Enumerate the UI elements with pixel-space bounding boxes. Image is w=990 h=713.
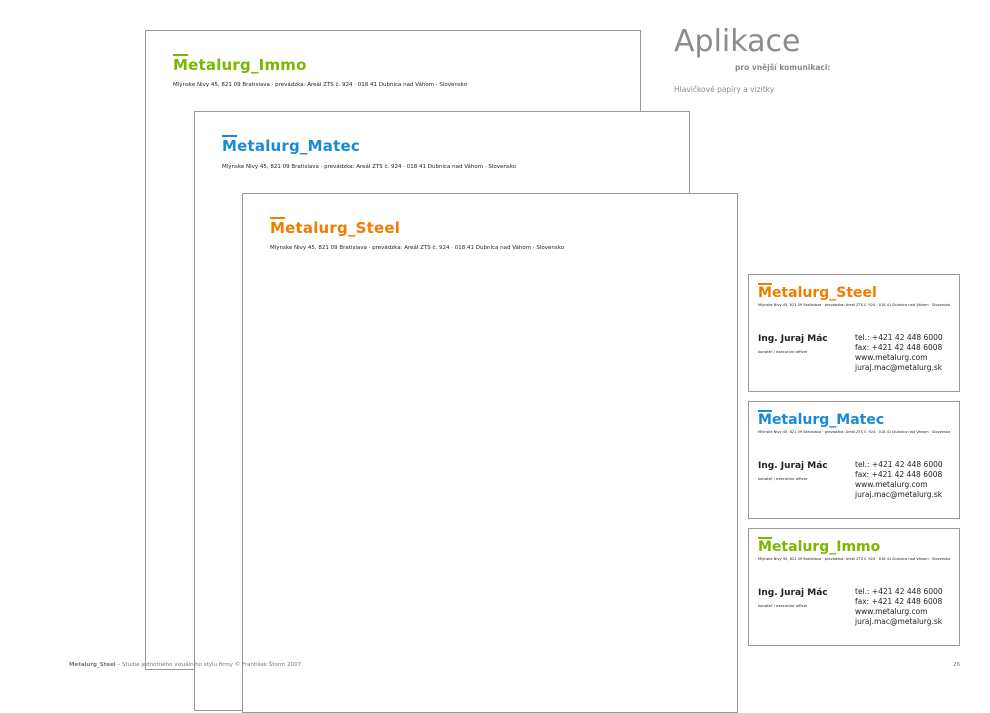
card-address: Mlýnske Nivy 45, 821 09 Bratislava · pre… xyxy=(758,557,951,561)
card-address: Mlýnske Nivy 45, 821 09 Bratislava · pre… xyxy=(758,430,951,434)
card-tel: tel.: +421 42 448 6000 xyxy=(855,460,943,469)
card-tel: tel.: +421 42 448 6000 xyxy=(855,333,943,342)
card-email: juraj.mac@metalurg.sk xyxy=(855,490,943,499)
page-number: 26 xyxy=(953,662,960,668)
page-subtitle: pro vnější komunikaci: xyxy=(735,63,831,72)
card-web: www.metalurg.com xyxy=(855,480,928,489)
card-web: www.metalurg.com xyxy=(855,353,928,362)
card-role: konateľ / executive officer xyxy=(758,349,808,354)
logo-steel: Metalurg_Steel xyxy=(270,219,401,237)
card-email: juraj.mac@metalurg.sk xyxy=(855,363,943,372)
logo-immo: Metalurg_Immo xyxy=(173,56,307,74)
card-fax: fax: +421 42 448 6008 xyxy=(855,343,943,352)
card-fax: fax: +421 42 448 6008 xyxy=(855,597,943,606)
business-card-immo: Metalurg_Immo Mlýnske Nivy 45, 821 09 Br… xyxy=(748,528,960,646)
footer-brand: Metalurg_Steel xyxy=(69,662,116,668)
card-email: juraj.mac@metalurg.sk xyxy=(855,617,943,626)
letterhead-address: Mlýnske Nivy 45, 821 09 Bratislava · pre… xyxy=(270,245,565,251)
logo-immo: Metalurg_Immo xyxy=(758,539,881,555)
card-tel: tel.: +421 42 448 6000 xyxy=(855,587,943,596)
card-web: www.metalurg.com xyxy=(855,607,928,616)
letterhead-address: Mlýnske Nivy 45, 821 09 Bratislava · pre… xyxy=(222,164,517,170)
logo-steel: Metalurg_Steel xyxy=(758,285,877,301)
business-card-matec: Metalurg_Matec Mlýnske Nivy 45, 821 09 B… xyxy=(748,401,960,519)
card-name: Ing. Juraj Mác xyxy=(758,588,828,598)
logo-matec: Metalurg_Matec xyxy=(222,137,360,155)
section-label: Hlavičkové papíry a vizitky xyxy=(674,85,775,94)
page-title: Aplikace xyxy=(674,24,801,59)
card-name: Ing. Juraj Mác xyxy=(758,461,828,471)
card-contact: tel.: +421 42 448 6000 fax: +421 42 448 … xyxy=(855,333,943,373)
letterhead-steel: Metalurg_Steel Mlýnske Nivy 45, 821 09 B… xyxy=(242,193,738,713)
card-fax: fax: +421 42 448 6008 xyxy=(855,470,943,479)
letterhead-address: Mlýnske Nivy 45, 821 09 Bratislava · pre… xyxy=(173,82,468,88)
card-role: konateľ / executive officer xyxy=(758,476,808,481)
card-name: Ing. Juraj Mác xyxy=(758,334,828,344)
card-address: Mlýnske Nivy 45, 821 09 Bratislava · pre… xyxy=(758,303,951,307)
logo-matec: Metalurg_Matec xyxy=(758,412,885,428)
footer: Metalurg_Steel – Studie jednotného vizuá… xyxy=(69,662,301,668)
card-contact: tel.: +421 42 448 6000 fax: +421 42 448 … xyxy=(855,460,943,500)
footer-text: – Studie jednotného vizuálního stylu fir… xyxy=(115,662,302,668)
card-contact: tel.: +421 42 448 6000 fax: +421 42 448 … xyxy=(855,587,943,627)
business-card-steel: Metalurg_Steel Mlýnske Nivy 45, 821 09 B… xyxy=(748,274,960,392)
card-role: konateľ / executive officer xyxy=(758,603,808,608)
